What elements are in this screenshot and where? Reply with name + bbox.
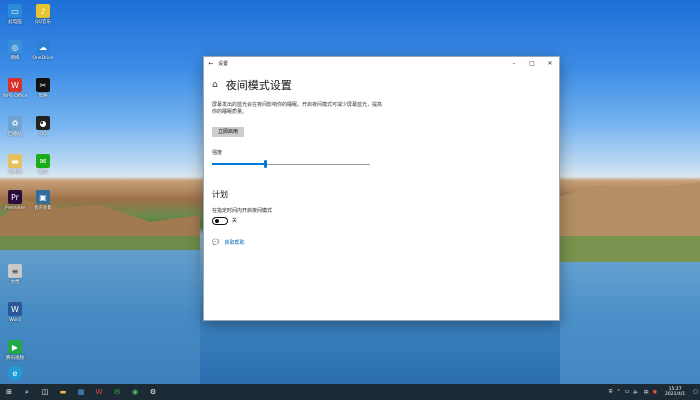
desktop-icon-network[interactable]: ◎ 网络: [2, 40, 28, 61]
help-chat-icon: 💬: [212, 239, 220, 246]
computer-icon: ▭: [8, 4, 22, 18]
enable-now-button[interactable]: 立即启用: [212, 127, 244, 137]
desktop-icon-label: 剪映: [38, 94, 48, 99]
desktop-icon-label: 网络: [10, 56, 20, 61]
slider-thumb[interactable]: [264, 160, 268, 168]
desktop-icon-label: Premiere: [4, 206, 26, 211]
night-mode-description: 屏幕发出的蓝光会在夜间影响你的睡眠。开启夜间模式可减少屏幕蓝光，提高你的睡眠质量…: [212, 102, 383, 115]
home-icon[interactable]: ⌂: [212, 80, 218, 90]
file-explorer-icon[interactable]: ▬: [54, 384, 72, 400]
schedule-toggle[interactable]: [212, 217, 228, 225]
page-title: 夜间模式设置: [225, 79, 292, 92]
wps-icon: W: [8, 78, 22, 92]
network-icon: ◎: [8, 40, 22, 54]
desktop-icon-label: 腾讯视频: [6, 356, 24, 361]
desktop-icon-label: 文档: [10, 280, 20, 285]
clock-date: 2021/4/1: [665, 392, 686, 397]
desktop-icon-label: WPS Office: [2, 94, 28, 99]
desktop-icon-label: Word: [9, 318, 21, 323]
back-arrow-icon[interactable]: ←: [204, 60, 218, 67]
wechat-taskbar-icon[interactable]: ✉: [108, 384, 126, 400]
desktop-icon-label: 此电脑: [8, 20, 22, 25]
desktop-icon-onedrive[interactable]: ☁ OneDrive: [30, 40, 56, 61]
title-bar: ← 设置 – □ ✕: [204, 57, 559, 69]
desktop-icon-edge[interactable]: e: [2, 366, 28, 380]
toggle-state-label: 关: [232, 218, 238, 224]
onedrive-icon: ☁: [36, 40, 50, 54]
desktop-icon-folder[interactable]: ▬ 文件夹: [2, 154, 28, 175]
strength-slider[interactable]: [212, 160, 370, 168]
desktop-icon-doc[interactable]: ≡ 文档: [2, 264, 28, 285]
desktop-icon-computer[interactable]: ▭ 此电脑: [2, 4, 28, 25]
notification-icon[interactable]: ▢: [693, 389, 698, 395]
network-tray-icon[interactable]: ▭: [625, 389, 630, 395]
schedule-label: 在指定时间内开启夜间模式: [212, 208, 273, 214]
wechat-icon: ✉: [36, 154, 50, 168]
get-help-link[interactable]: 💬 获取帮助: [212, 239, 245, 246]
desktop-icon-wechat[interactable]: ✉ 微信: [30, 154, 56, 175]
clock[interactable]: 15:27 2021/4/1: [665, 387, 685, 397]
windows-start-icon[interactable]: ⊞: [0, 384, 18, 400]
desktop-icon-label: OneDrive: [32, 56, 54, 61]
page-heading: ⌂ 夜间模式设置: [212, 77, 292, 93]
desktop-icon-qq-music[interactable]: ♪ QQ音乐: [30, 4, 56, 25]
premiere-icon: Pr: [8, 190, 22, 204]
search-icon[interactable]: ⌕: [18, 384, 36, 400]
recycle-bin-icon: ♻: [8, 116, 22, 130]
help-link-text: 获取帮助: [224, 240, 245, 246]
doc-icon: ≡: [8, 264, 22, 278]
system-tray: ⛨ ⌃ ▭ 🔈 中 ● 15:27 2021/4/1 ▢: [607, 384, 700, 400]
qq-music-icon: ♪: [36, 4, 50, 18]
desktop-icon-qq[interactable]: ◕ QQ: [30, 116, 56, 137]
shield-icon[interactable]: ⛨: [609, 389, 613, 395]
minimize-button[interactable]: –: [505, 60, 523, 67]
toggle-knob: [214, 219, 219, 223]
desktop-icon-video-editor[interactable]: ▣ 会声会影: [30, 190, 56, 211]
desktop-icon-label: 文件夹: [8, 170, 22, 175]
window-title: 设置: [218, 60, 229, 67]
edge-icon: e: [8, 366, 22, 380]
store-icon[interactable]: ▦: [72, 384, 90, 400]
word-icon: W: [8, 302, 22, 316]
desktop-icon-wps[interactable]: W WPS Office: [2, 78, 28, 99]
desktop-icon-label: 会声会影: [34, 206, 52, 211]
volume-icon[interactable]: 🔈: [633, 389, 639, 395]
app-tray-icon[interactable]: ●: [653, 389, 657, 395]
chevron-up-icon[interactable]: ⌃: [616, 389, 620, 395]
desktop-icon-label: QQ: [39, 132, 47, 137]
strength-label: 强度: [212, 150, 223, 156]
folder-icon: ▬: [8, 154, 22, 168]
desktop-icon-label: 微信: [38, 170, 48, 175]
ime-icon[interactable]: 中: [644, 389, 649, 396]
maximize-button[interactable]: □: [523, 60, 541, 67]
desktop-icon-label: 回收站: [8, 132, 22, 137]
capcut-icon: ✂: [36, 78, 50, 92]
desktop-icon-label: QQ音乐: [34, 20, 52, 25]
settings-icon[interactable]: ⚙: [144, 384, 162, 400]
taskbar: ⊞ ⌕ ◫ ▬ ▦ W ✉ ◉ ⚙ ⛨ ⌃ ▭ 🔈 中 ● 15:27 2021…: [0, 384, 700, 400]
desktop-icon-premiere[interactable]: Pr Premiere: [2, 190, 28, 211]
wps-taskbar-icon[interactable]: W: [90, 384, 108, 400]
desktop-icon-capcut[interactable]: ✂ 剪映: [30, 78, 56, 99]
tencent-video-icon: ▶: [8, 340, 22, 354]
slider-fill: [212, 163, 266, 165]
close-button[interactable]: ✕: [541, 60, 559, 67]
desktop-icon-word[interactable]: W Word: [2, 302, 28, 323]
qq-icon: ◕: [36, 116, 50, 130]
desktop-icon-recycle-bin[interactable]: ♻ 回收站: [2, 116, 28, 137]
green-app-icon[interactable]: ◉: [126, 384, 144, 400]
desktop-icon-tencent-video[interactable]: ▶ 腾讯视频: [2, 340, 28, 361]
video-editor-icon: ▣: [36, 190, 50, 204]
settings-window: ← 设置 – □ ✕ ⌂ 夜间模式设置 屏幕发出的蓝光会在夜间影响你的睡眠。开启…: [203, 56, 560, 321]
task-view-icon[interactable]: ◫: [36, 384, 54, 400]
schedule-heading: 计划: [212, 190, 228, 199]
